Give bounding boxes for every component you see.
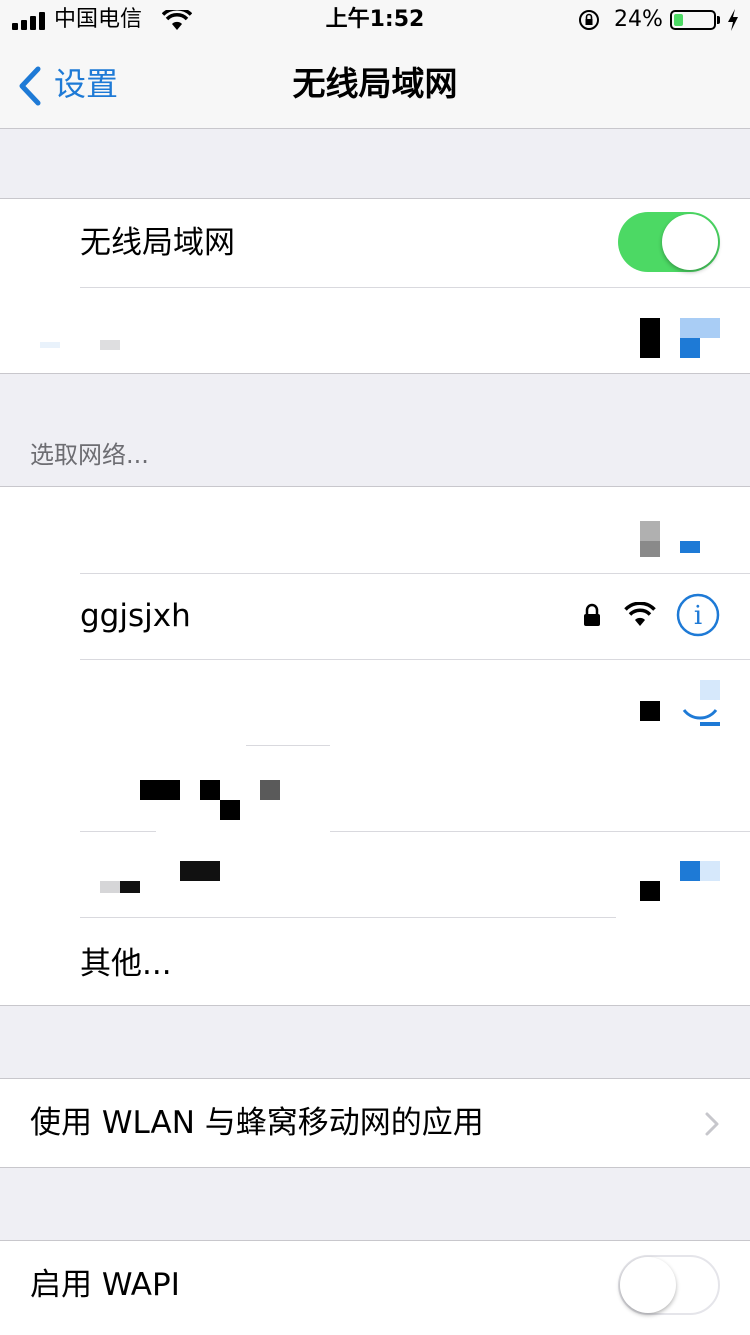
lock-icon — [584, 603, 600, 626]
redacted-block — [640, 521, 660, 541]
battery-icon — [670, 10, 716, 30]
redacted-block — [100, 340, 120, 350]
wifi-toggle[interactable] — [618, 212, 720, 272]
redacted-block — [220, 800, 240, 820]
choose-network-header: 选取网络... — [30, 441, 149, 469]
svg-text:i: i — [694, 601, 702, 631]
battery-percent: 24% — [614, 7, 663, 32]
charging-bolt-icon — [728, 9, 738, 31]
redacted-block — [200, 780, 220, 800]
redacted-block — [120, 881, 140, 893]
navigation-bar: 设置 无线局域网 — [0, 40, 750, 129]
wifi-section: 无线局域网 — [0, 198, 750, 374]
connected-network-row[interactable] — [0, 288, 750, 373]
apps-using-wlan-label: 使用 WLAN 与蜂窝移动网的应用 — [30, 1105, 484, 1141]
redacted-block — [140, 780, 180, 800]
wapi-section: 启用 WAPI — [0, 1240, 750, 1335]
other-network-row[interactable]: 其他... — [0, 918, 750, 1005]
wapi-label: 启用 WAPI — [30, 1267, 180, 1303]
apps-using-wlan-section: 使用 WLAN 与蜂窝移动网的应用 — [0, 1078, 750, 1168]
redacted-block — [640, 318, 660, 358]
network-row[interactable] — [0, 487, 750, 573]
redacted-block — [680, 318, 720, 338]
redacted-block — [260, 780, 280, 800]
network-row[interactable] — [0, 660, 750, 745]
wapi-toggle[interactable] — [618, 1255, 720, 1315]
apps-using-wlan-row[interactable]: 使用 WLAN 与蜂窝移动网的应用 — [0, 1079, 750, 1167]
toggle-knob — [620, 1257, 676, 1313]
chevron-right-icon — [705, 1112, 719, 1136]
network-row[interactable] — [0, 832, 750, 917]
redacted-block — [680, 338, 700, 358]
redacted-block — [680, 541, 700, 553]
redacted-block — [40, 342, 60, 348]
network-list: ggjsjxh i 其他... — [0, 486, 750, 1006]
toggle-knob — [662, 214, 718, 270]
redacted-block — [700, 861, 720, 881]
redacted-block — [640, 881, 660, 901]
network-row-ggjsjxh[interactable]: ggjsjxh i — [0, 574, 750, 659]
network-row[interactable] — [0, 746, 750, 831]
redacted-block — [640, 701, 660, 721]
info-icon[interactable]: i — [676, 593, 720, 637]
rotation-lock-icon — [579, 10, 599, 30]
wifi-strength-icon — [624, 602, 656, 626]
redacted-block — [180, 861, 220, 881]
battery-fill — [674, 14, 683, 26]
status-bar: 中国电信 上午1:52 24% — [0, 0, 750, 40]
network-name: ggjsjxh — [80, 598, 191, 634]
battery-tip — [717, 16, 720, 24]
wifi-toggle-label: 无线局域网 — [80, 225, 235, 261]
redacted-block — [700, 722, 720, 726]
redacted-block — [640, 541, 660, 557]
other-network-label: 其他... — [80, 946, 172, 982]
redacted-block — [100, 881, 120, 893]
redacted-block — [700, 680, 720, 700]
redacted-block — [680, 861, 700, 881]
page-title: 无线局域网 — [292, 64, 458, 103]
